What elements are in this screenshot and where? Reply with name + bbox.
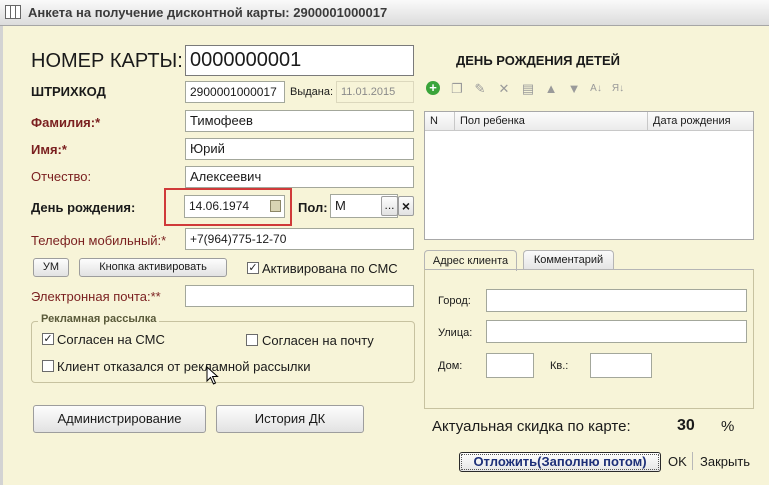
activated-sms-label: Активирована по СМС	[262, 261, 398, 276]
close-button[interactable]: Закрыть	[700, 454, 750, 469]
move-up-icon[interactable]: ▲	[543, 81, 559, 97]
city-field[interactable]	[486, 289, 747, 312]
column-header-birthdate[interactable]: Дата рождения	[653, 112, 731, 131]
mail-consent-label: Согласен на почту	[262, 333, 374, 348]
children-table[interactable]: N Пол ребенка Дата рождения	[424, 111, 754, 240]
window-icon	[5, 5, 21, 19]
ok-button[interactable]: OK	[668, 454, 687, 469]
issued-field: 11.01.2015	[336, 81, 414, 103]
children-title: ДЕНЬ РОЖДЕНИЯ ДЕТЕЙ	[456, 53, 620, 68]
tab-comment[interactable]: Комментарий	[523, 250, 614, 269]
issued-label: Выдана:	[290, 86, 334, 98]
apartment-field[interactable]	[590, 353, 652, 378]
email-label: Электронная почта:**	[31, 289, 161, 304]
sort-desc-icon[interactable]: Я↓	[610, 81, 626, 97]
column-header-n[interactable]: N	[430, 112, 438, 131]
name-label: Имя:*	[31, 142, 67, 157]
mail-consent-checkbox[interactable]	[246, 334, 258, 346]
window-frame	[0, 26, 3, 485]
card-number-field[interactable]: 0000000001	[185, 45, 414, 76]
sort-asc-icon[interactable]: A↓	[588, 81, 604, 97]
barcode-field[interactable]: 2900001000017	[185, 81, 285, 103]
postpone-button[interactable]: Отложить(Заполню потом)	[459, 452, 661, 472]
patronymic-field[interactable]: Алексеевич	[185, 166, 414, 188]
children-toolbar: + ❐ ✎ ✕ ▤ ▲ ▼ A↓ Я↓	[426, 81, 626, 99]
window-title-bar: Анкета на получение дисконтной карты: 29…	[0, 0, 769, 26]
edit-icon[interactable]: ✎	[472, 81, 488, 97]
refused-mailing-label: Клиент отказался от рекламной рассылки	[57, 359, 311, 374]
patronymic-label: Отчество:	[31, 169, 92, 184]
activate-button[interactable]: Кнопка активировать	[79, 258, 227, 277]
gender-label: Пол:	[298, 200, 328, 215]
name-field[interactable]: Юрий	[185, 138, 414, 160]
email-field[interactable]	[185, 285, 414, 307]
copy-icon[interactable]: ❐	[449, 81, 465, 97]
phone-field[interactable]: +7(964)775-12-70	[185, 228, 414, 250]
birthday-field[interactable]: 14.06.1974	[184, 195, 285, 218]
move-down-icon[interactable]: ▼	[566, 81, 582, 97]
surname-label: Фамилия:*	[31, 115, 101, 130]
button-divider	[692, 452, 693, 470]
refused-mailing-checkbox[interactable]	[42, 360, 54, 372]
children-table-header: N Пол ребенка Дата рождения	[425, 112, 753, 131]
calendar-icon[interactable]	[270, 200, 281, 212]
discount-value: 30	[677, 417, 695, 434]
um-button[interactable]: УМ	[33, 258, 69, 277]
mouse-cursor-icon	[206, 366, 219, 385]
birthday-label: День рождения:	[31, 200, 136, 215]
history-button[interactable]: История ДК	[216, 405, 364, 433]
phone-label: Телефон мобильный:*	[31, 233, 167, 248]
tab-address[interactable]: Адрес клиента	[424, 250, 517, 271]
city-label: Город:	[438, 295, 471, 307]
gender-select-button[interactable]: ...	[381, 196, 398, 216]
column-divider	[647, 112, 648, 131]
delete-icon[interactable]: ✕	[496, 81, 512, 97]
street-field[interactable]	[486, 320, 747, 343]
street-label: Улица:	[438, 327, 473, 339]
mailing-group-label: Рекламная рассылка	[38, 313, 160, 325]
card-number-label: НОМЕР КАРТЫ:	[31, 50, 183, 72]
discount-unit: %	[721, 418, 735, 435]
activated-sms-checkbox[interactable]: ✓	[247, 262, 259, 274]
sms-consent-label: Согласен на СМС	[57, 332, 165, 347]
window-title: Анкета на получение дисконтной карты: 29…	[28, 5, 388, 20]
apartment-label: Кв.:	[550, 360, 569, 372]
save-icon[interactable]: ▤	[520, 81, 536, 97]
birthday-value: 14.06.1974	[189, 199, 250, 213]
column-divider	[454, 112, 455, 131]
gender-clear-button[interactable]: ×	[398, 196, 414, 216]
house-field[interactable]	[486, 353, 534, 378]
surname-field[interactable]: Тимофеев	[185, 110, 414, 132]
sms-consent-checkbox[interactable]: ✓	[42, 333, 54, 345]
house-label: Дом:	[438, 360, 463, 372]
barcode-label: ШТРИХКОД	[31, 84, 106, 99]
add-icon[interactable]: +	[426, 81, 440, 95]
column-header-gender[interactable]: Пол ребенка	[460, 112, 525, 131]
admin-button[interactable]: Администрирование	[33, 405, 206, 433]
discount-label: Актуальная скидка по карте:	[432, 418, 631, 435]
